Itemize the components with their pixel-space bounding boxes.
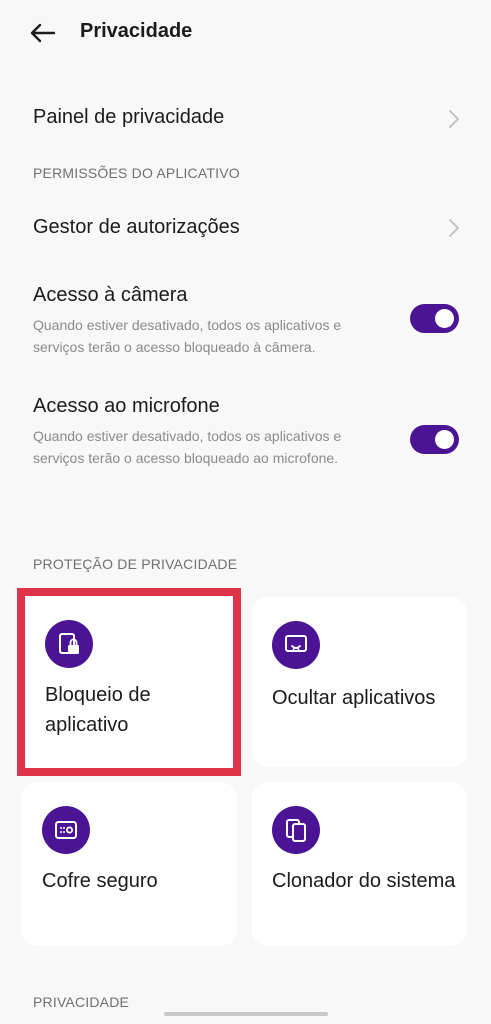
camera-access-label: Acesso à câmera [33,284,188,306]
app-lock-card[interactable]: Bloqueio de aplicativo [25,596,233,768]
page-title: Privacidade [80,20,193,42]
microphone-access-item: Acesso ao microfone Quando estiver desat… [0,391,491,491]
header-bar: Privacidade [0,0,491,66]
hide-apps-icon [285,635,307,652]
camera-access-toggle[interactable] [410,304,459,333]
safe-vault-icon-badge [42,806,90,854]
permission-manager-label: Gestor de autorizações [33,216,240,238]
app-lock-label: Bloqueio de aplicativo [45,684,151,736]
back-button[interactable] [26,17,60,49]
system-cloner-card[interactable]: Clonador do sistema [252,782,467,946]
hide-apps-card[interactable]: Ocultar aplicativos [252,597,467,767]
camera-access-item: Acesso à câmera Quando estiver desativad… [0,280,491,360]
microphone-access-label: Acesso ao microfone [33,395,220,417]
hide-apps-label: Ocultar aplicativos [272,687,436,709]
camera-access-description: Quando estiver desativado, todos os apli… [33,317,342,355]
permission-manager-item[interactable]: Gestor de autorizações [0,206,491,252]
section-label-privacy: PRIVACIDADE [33,994,130,1010]
section-label-permissions: PERMISSÕES DO APLICATIVO [33,165,240,181]
privacy-panel-label: Painel de privacidade [33,106,225,128]
safe-vault-card[interactable]: Cofre seguro [22,782,237,946]
microphone-access-toggle[interactable] [410,425,459,454]
chevron-right-icon [449,219,459,237]
arrow-left-icon [30,23,56,43]
app-lock-icon [59,633,79,654]
microphone-access-description: Quando estiver desativado, todos os apli… [33,428,342,466]
safe-vault-icon [55,821,77,839]
system-cloner-icon [286,819,306,842]
home-indicator[interactable] [164,1012,328,1016]
section-label-privacy-protection: PROTEÇÃO DE PRIVACIDADE [33,556,238,572]
chevron-right-icon [449,110,459,128]
app-lock-icon-badge [45,620,93,668]
toggle-knob [435,430,454,449]
safe-vault-label: Cofre seguro [42,870,158,892]
system-cloner-icon-badge [272,806,320,854]
system-cloner-label: Clonador do sistema [272,870,456,892]
privacy-panel-item[interactable]: Painel de privacidade [0,96,491,142]
hide-apps-icon-badge [272,621,320,669]
toggle-knob [435,309,454,328]
